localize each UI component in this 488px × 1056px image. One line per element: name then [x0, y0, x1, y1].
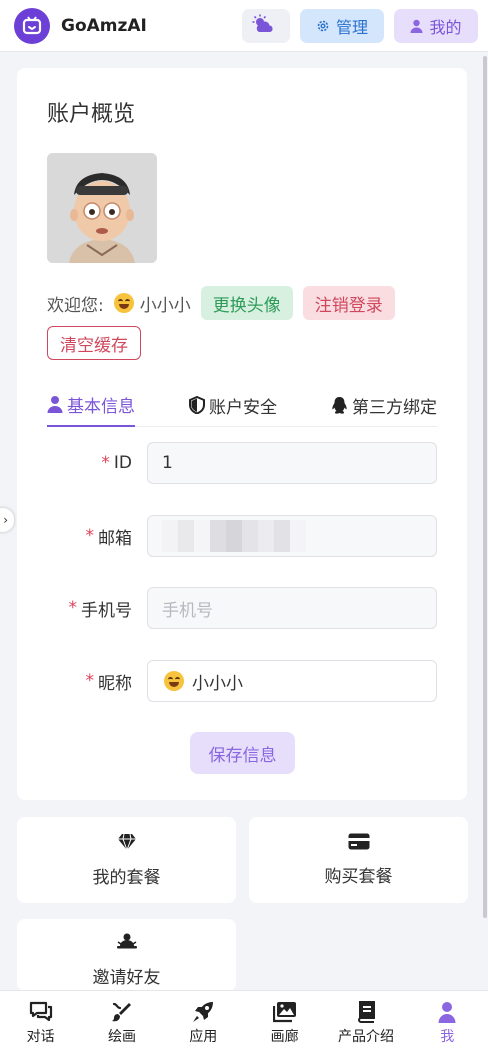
tab-label: 账户安全 [209, 397, 277, 418]
buy-plan-card[interactable]: 购买套餐 [249, 817, 468, 903]
email-row: * 邮箱 [17, 515, 467, 557]
id-label-text: ID [113, 453, 132, 473]
book-icon [358, 1001, 375, 1023]
nav-chat[interactable]: 对话 [6, 1001, 76, 1046]
phone-row: * 手机号 手机号 [17, 587, 467, 629]
change-avatar-button[interactable]: 更换头像 [200, 286, 293, 320]
admin-button[interactable]: 管理 [300, 8, 384, 43]
id-field[interactable]: 1 [147, 442, 437, 484]
invite-users-icon [116, 933, 137, 949]
redacted-email-value [162, 520, 306, 552]
account-overview-card: 账户概览 欢迎您: 小小小 更换头像 注销登录 清空缓存 基本信息 账户安全 第… [17, 68, 467, 800]
bottom-navigation: 对话 绘画 应用 画廊 产品介绍 我 [0, 990, 488, 1056]
nav-apps[interactable]: 应用 [168, 1001, 238, 1046]
top-header: GoAmzAI 管理 我的 [0, 0, 488, 52]
id-value: 1 [162, 453, 173, 473]
required-mark: * [68, 598, 78, 618]
username: 小小小 [139, 295, 191, 316]
phone-field[interactable]: 手机号 [147, 587, 437, 629]
nickname-label-text: 昵称 [98, 673, 132, 694]
brush-icon [111, 1002, 131, 1022]
buy-plan-label: 购买套餐 [324, 867, 393, 887]
app-name: GoAmzAI [61, 15, 147, 36]
side-drawer-toggle[interactable]: › [0, 508, 14, 532]
tab-label: 第三方绑定 [352, 397, 437, 418]
email-field[interactable] [147, 515, 437, 557]
my-plan-card[interactable]: 我的套餐 [17, 817, 236, 903]
required-mark: * [85, 526, 95, 546]
grinning-emoji-icon [113, 293, 134, 313]
app-logo-icon[interactable] [14, 7, 50, 44]
user-icon [47, 396, 63, 413]
nav-label: 画廊 [270, 1029, 299, 1045]
chat-icon [29, 1001, 52, 1022]
avatar[interactable] [47, 153, 157, 263]
phone-label: * 手机号 [69, 587, 133, 629]
gallery-icon [272, 1002, 296, 1023]
nickname-value: 小小小 [192, 673, 243, 694]
nickname-field[interactable]: 小小小 [147, 660, 437, 702]
tab-label: 基本信息 [67, 396, 135, 417]
nav-label: 我 [440, 1029, 455, 1045]
nav-me[interactable]: 我 [412, 1001, 482, 1046]
shield-icon [189, 396, 205, 414]
nav-label: 产品介绍 [337, 1029, 394, 1045]
rocket-icon [193, 1002, 214, 1022]
grinning-emoji-icon [164, 671, 184, 691]
weather-icon [251, 14, 281, 38]
tab-third-party[interactable]: 第三方绑定 [331, 383, 437, 427]
invite-friends-card[interactable]: 邀请好友 [17, 919, 236, 991]
chevron-right-icon: › [3, 513, 8, 527]
welcome-label: 欢迎您: [47, 295, 104, 316]
nav-label: 应用 [189, 1029, 218, 1045]
user-icon [410, 19, 423, 33]
my-account-label: 我的 [429, 17, 462, 37]
welcome-row: 欢迎您: 小小小 更换头像 注销登录 [47, 286, 395, 320]
nickname-label: * 昵称 [86, 660, 133, 702]
qq-penguin-icon [332, 396, 347, 414]
admin-label: 管理 [335, 17, 368, 37]
id-label: * ID [101, 442, 132, 484]
nav-label: 绘画 [107, 1029, 136, 1045]
id-row: * ID 1 [17, 442, 467, 484]
nickname-row: * 昵称 小小小 [17, 660, 467, 702]
invite-friends-label: 邀请好友 [92, 968, 161, 988]
gear-icon [317, 20, 329, 31]
page-scrollbar[interactable] [483, 56, 487, 918]
diamond-icon [117, 833, 136, 850]
profile-tabs: 基本信息 账户安全 第三方绑定 [47, 383, 437, 427]
nav-label: 对话 [26, 1029, 55, 1045]
my-account-button[interactable]: 我的 [394, 8, 478, 43]
nav-drawing[interactable]: 绘画 [87, 1001, 157, 1046]
required-mark: * [101, 453, 110, 473]
tab-account-security[interactable]: 账户安全 [189, 383, 277, 427]
phone-label-text: 手机号 [81, 600, 132, 621]
email-label-text: 邮箱 [98, 528, 132, 549]
nav-gallery[interactable]: 画廊 [250, 1001, 320, 1046]
nav-product-intro[interactable]: 产品介绍 [331, 1001, 401, 1046]
clear-cache-button[interactable]: 清空缓存 [47, 326, 141, 360]
theme-toggle-button[interactable] [242, 8, 290, 43]
tab-basic-info[interactable]: 基本信息 [47, 383, 135, 427]
phone-placeholder: 手机号 [162, 600, 213, 621]
email-label: * 邮箱 [86, 515, 133, 557]
user-icon [438, 1002, 456, 1023]
page-title: 账户概览 [47, 102, 136, 127]
required-mark: * [85, 671, 95, 691]
credit-card-icon [348, 833, 369, 850]
my-plan-label: 我的套餐 [92, 867, 161, 888]
save-info-button[interactable]: 保存信息 [190, 732, 295, 774]
logout-button[interactable]: 注销登录 [302, 286, 395, 320]
